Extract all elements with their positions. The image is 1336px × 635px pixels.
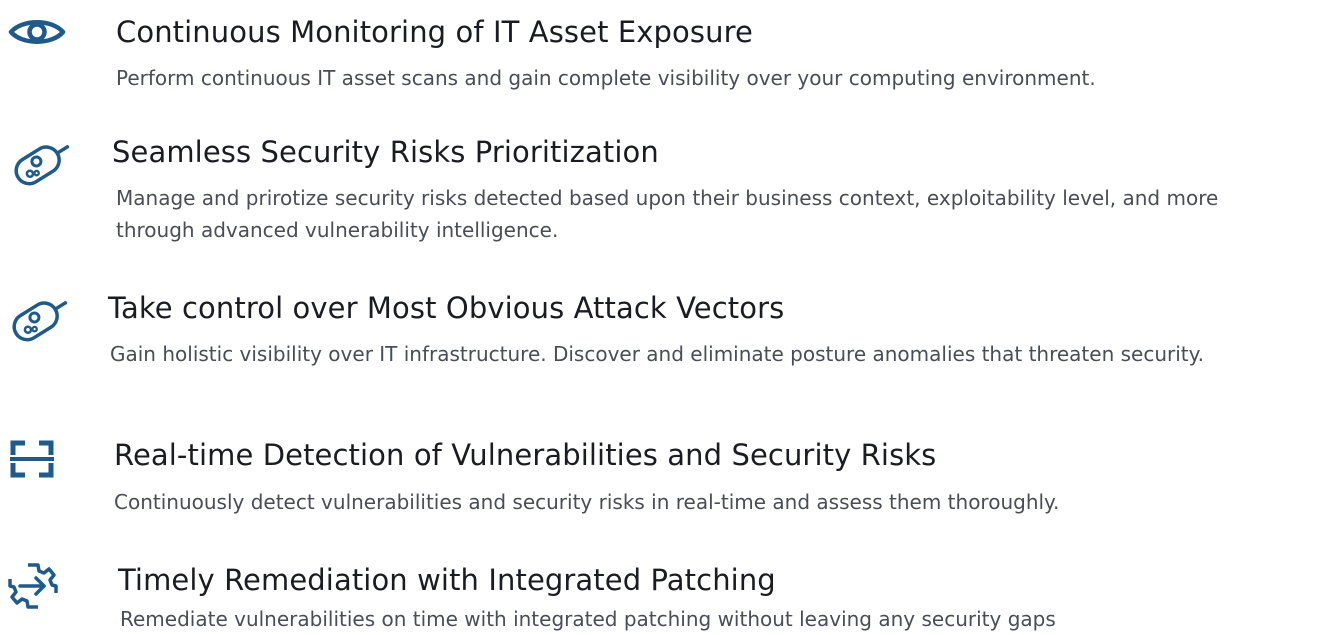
feature-title: Continuous Monitoring of IT Asset Exposu… — [116, 15, 753, 49]
eye-icon — [8, 16, 66, 48]
risk-meter-icon — [6, 290, 72, 346]
feature-description: Continuously detect vulnerabilities and … — [114, 490, 1060, 514]
feature-title: Timely Remediation with Integrated Patch… — [118, 563, 776, 597]
risk-meter-icon — [8, 134, 74, 190]
scan-frame-icon — [10, 438, 54, 480]
feature-description: Manage and prirotize security risks dete… — [116, 186, 1219, 242]
feature-title: Take control over Most Obvious Attack Ve… — [108, 291, 785, 325]
feature-title: Seamless Security Risks Prioritization — [112, 135, 659, 169]
feature-description: Gain holistic visibility over IT infrast… — [110, 342, 1204, 366]
gear-arrow-icon — [8, 561, 58, 611]
feature-list: Continuous Monitoring of IT Asset Exposu… — [0, 0, 1336, 635]
feature-title: Real-time Detection of Vulnerabilities a… — [114, 438, 937, 472]
feature-description: Perform continuous IT asset scans and ga… — [116, 66, 1096, 90]
feature-description: Remediate vulnerabilities on time with i… — [120, 607, 1056, 631]
